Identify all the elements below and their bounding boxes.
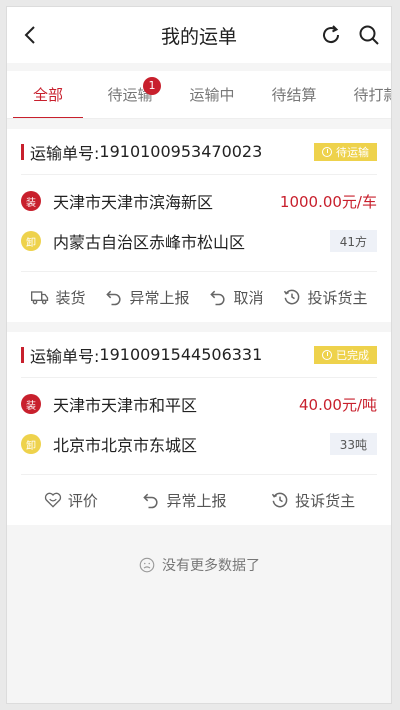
order-header: 运输单号: 1910091544506331 已完成 [21, 332, 377, 378]
load-goods-button[interactable]: 装货 [30, 287, 86, 308]
history-icon [272, 492, 288, 508]
complain-shipper-button[interactable]: 投诉货主 [282, 287, 368, 308]
cargo-quantity: 33吨 [329, 433, 377, 455]
undo-icon [106, 290, 121, 306]
order-card[interactable]: 运输单号: 1910100953470023 待运输 装 天津市天津市滨海新区 1… [7, 129, 391, 322]
report-exception-button[interactable]: 异常上报 [141, 490, 226, 511]
refresh-icon [323, 25, 340, 44]
tab-pending-settlement[interactable]: 待结算 [253, 71, 335, 118]
rate-button[interactable]: 评价 [43, 490, 98, 511]
clock-icon [322, 349, 332, 360]
order-card[interactable]: 运输单号: 1910091544506331 已完成 装 天津市天津市和平区 40… [7, 332, 391, 525]
unload-tag-icon: 卸 [21, 231, 41, 251]
unload-address: 北京市北京市东城区 [53, 436, 198, 455]
order-header: 运输单号: 1910100953470023 待运输 [21, 129, 377, 175]
route-info: 装 天津市天津市和平区 40.00元/吨 卸 北京市北京市东城区 33吨 [21, 378, 377, 475]
load-row: 装 天津市天津市滨海新区 1000.00元/车 [21, 181, 377, 221]
heart-icon [44, 492, 61, 508]
route-info: 装 天津市天津市滨海新区 1000.00元/车 卸 内蒙古自治区赤峰市松山区 4… [21, 175, 377, 272]
header-actions [319, 23, 381, 47]
status-badge: 已完成 [314, 345, 377, 364]
cancel-button[interactable]: 取消 [208, 287, 264, 308]
load-address: 天津市天津市滨海新区 [53, 193, 214, 212]
search-icon [359, 25, 379, 45]
unload-address: 内蒙古自治区赤峰市松山区 [53, 233, 246, 252]
order-actions: 评价 异常上报 投诉货主 [21, 475, 377, 525]
search-button[interactable] [357, 23, 381, 47]
top-bar: 我的运单 [7, 7, 391, 63]
page-title: 我的运单 [160, 25, 237, 48]
tab-pending-transport[interactable]: 待运输 1 [89, 71, 171, 118]
load-row: 装 天津市天津市和平区 40.00元/吨 [21, 384, 377, 424]
order-actions: 装货 异常上报 取消 投诉货主 [21, 272, 377, 322]
tab-pending-payment[interactable]: 待打款 [335, 71, 391, 118]
unload-row: 卸 北京市北京市东城区 33吨 [21, 424, 377, 464]
freight-price: 40.00元/吨 [299, 395, 377, 414]
load-tag-icon: 装 [21, 191, 41, 211]
freight-price: 1000.00元/车 [279, 192, 377, 211]
unload-tag-icon: 卸 [21, 434, 41, 454]
order-number: 运输单号: 1910091544506331 [21, 343, 262, 367]
app-screen: 我的运单 全部 待运输1 运输中 待结算 待打款 运输单号:1910100953… [6, 6, 392, 704]
tab-all[interactable]: 全部 [7, 71, 89, 118]
chevron-left-icon [24, 26, 35, 44]
order-number: 运输单号: 1910100953470023 [21, 140, 262, 164]
unload-row: 卸 内蒙古自治区赤峰市松山区 41方 [21, 221, 377, 261]
tab-in-transit[interactable]: 运输中 [171, 71, 253, 118]
status-tabs: 全部 待运输1 运输中 待结算 待打款 [7, 71, 391, 119]
truck-icon [31, 291, 49, 305]
back-button[interactable] [19, 23, 43, 47]
undo-icon [143, 493, 158, 509]
complain-shipper-button[interactable]: 投诉货主 [270, 490, 355, 511]
cargo-quantity: 41方 [329, 230, 377, 252]
history-icon [284, 289, 300, 305]
sad-face-icon [139, 557, 155, 573]
refresh-button[interactable] [319, 23, 343, 47]
load-tag-icon: 装 [21, 394, 41, 414]
clock-icon [322, 146, 332, 157]
undo-icon [210, 290, 225, 306]
status-badge: 待运输 [314, 142, 377, 161]
no-more-data: 没有更多数据了 [7, 555, 391, 575]
load-address: 天津市天津市和平区 [53, 396, 198, 415]
count-badge: 1 [143, 76, 161, 95]
report-exception-button[interactable]: 异常上报 [104, 287, 190, 308]
